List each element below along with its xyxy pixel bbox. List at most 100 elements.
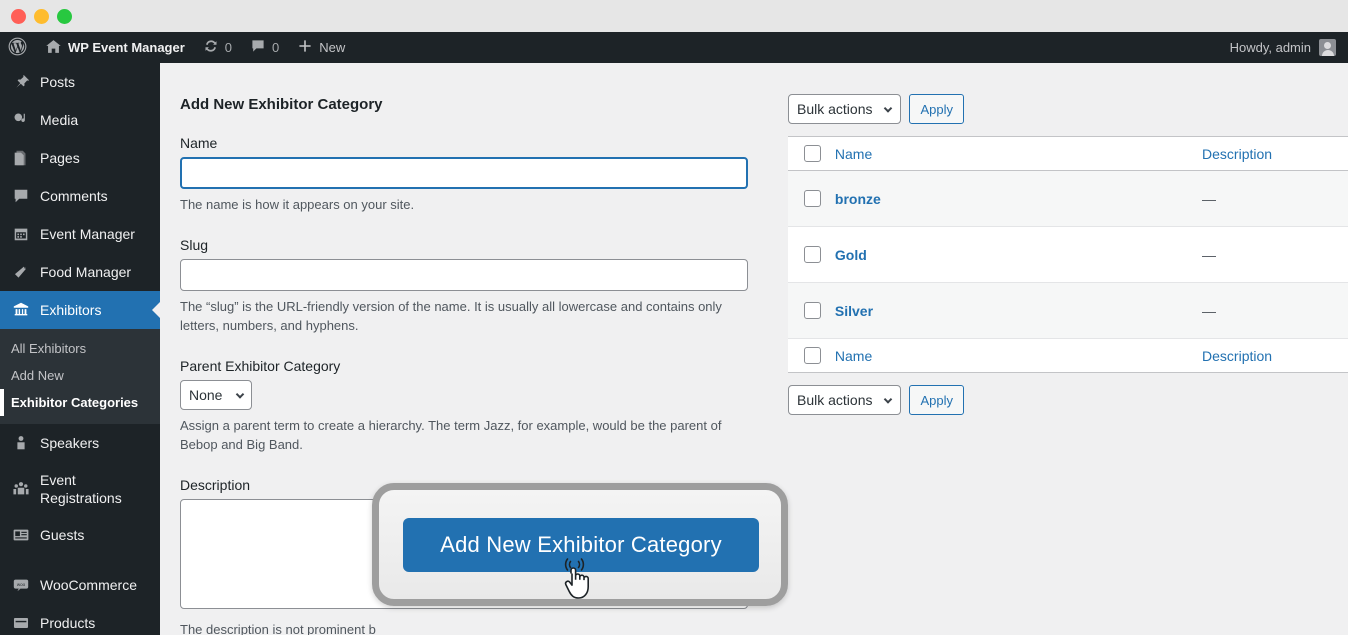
table-row: bronze — [788,170,1348,227]
row-name-cell: Silver [835,283,1202,339]
sidebar-item-all-exhibitors[interactable]: All Exhibitors [0,335,160,362]
sidebar-item-media[interactable]: Media [0,101,160,139]
exhibitors-submenu: All Exhibitors Add New Exhibitor Categor… [0,329,160,424]
sidebar-item-label: Event Registrations [40,472,122,507]
plus-icon [297,38,313,57]
avatar[interactable] [1319,39,1336,56]
comments-menu[interactable]: 0 [241,32,288,63]
sidebar-item-comments[interactable]: Comments [0,177,160,215]
new-label: New [319,40,346,55]
table-footer-row: Name Description [788,338,1348,373]
sidebar-item-posts[interactable]: Posts [0,63,160,101]
row-checkbox-cell [788,283,835,339]
sidebar-item-label: Guests [40,527,85,544]
updates-menu[interactable]: 0 [194,32,241,63]
select-all-checkbox-bottom[interactable] [804,347,821,365]
table-body: bronze — Gold — Silver — [788,170,1348,339]
tablenav-bottom: Bulk actions Apply [788,385,1348,415]
click-target-callout: Add New Exhibitor Category [372,483,788,606]
sidebar-item-add-new[interactable]: Add New [0,362,160,389]
row-checkbox[interactable] [804,246,821,264]
parent-category-label: Parent Exhibitor Category [180,357,341,374]
bulk-actions-select-top[interactable]: Bulk actions [788,94,902,124]
parent-category-select[interactable]: None [180,379,252,410]
sidebar-item-speakers[interactable]: Speakers [0,424,160,462]
column-footer-name[interactable]: Name [834,338,1203,373]
site-name-label: WP Event Manager [68,40,185,55]
minimize-window-button[interactable] [34,8,49,24]
admin-sidebar: Posts Media Pages Comments Event Manager… [0,63,160,635]
row-description-cell: — [1202,302,1217,319]
window-title-bar [0,0,1348,32]
row-name-cell: Gold [835,227,1202,283]
wordpress-logo-menu[interactable] [0,32,36,63]
column-header-name[interactable]: Name [834,136,1203,171]
maximize-window-button[interactable] [57,8,72,24]
chevron-down-icon [884,395,893,404]
calendar-icon [11,224,31,244]
row-checkbox[interactable] [804,302,821,320]
row-checkbox-cell [788,171,835,227]
updates-count: 0 [224,40,233,55]
sidebar-item-food-manager[interactable]: Food Manager [0,253,160,291]
sidebar-item-woocommerce[interactable]: woo WooCommerce [0,566,160,604]
comments-icon [11,186,31,206]
close-window-button[interactable] [11,8,26,24]
apply-button-top[interactable]: Apply [909,94,965,124]
page-title: Add New Exhibitor Category [180,96,383,113]
categories-list-panel: Bulk actions Apply Name Description bron… [788,63,1348,415]
media-icon [11,110,31,130]
sidebar-item-label: Comments [40,187,108,204]
updates-icon [203,38,219,57]
sidebar-item-pages[interactable]: Pages [0,139,160,177]
pin-icon [11,72,31,92]
sidebar-item-guests[interactable]: Guests [0,516,160,554]
woo-icon: woo [11,575,31,595]
sidebar-item-label: Media [40,111,79,128]
howdy-label[interactable]: Howdy, admin [1230,40,1311,55]
bulk-actions-select-bottom[interactable]: Bulk actions [788,385,902,415]
comment-bubble-icon [250,38,266,57]
category-link[interactable]: Silver [835,303,873,319]
table-header-row: Name Description [788,136,1348,171]
bank-icon [11,300,31,320]
name-help-text: The name is how it appears on your site. [180,197,415,212]
sidebar-item-label: Food Manager [40,263,132,280]
sidebar-item-label: Posts [40,73,76,90]
chevron-down-icon [884,104,893,113]
sidebar-item-label: Products [40,615,96,632]
tablenav-top: Bulk actions Apply [788,94,1348,124]
table-foot: Name Description [788,338,1348,373]
table-row: Gold — [788,227,1348,283]
carrot-icon [11,262,31,282]
category-link[interactable]: Gold [835,247,867,263]
row-checkbox[interactable] [804,190,821,208]
row-name-cell: bronze [835,171,1202,227]
new-content-menu[interactable]: New [288,32,354,63]
select-all-footer [788,338,835,373]
sidebar-item-event-manager[interactable]: Event Manager [0,215,160,253]
wordpress-logo-icon [8,37,27,59]
sidebar-item-exhibitor-categories[interactable]: Exhibitor Categories [0,389,160,416]
category-link[interactable]: bronze [835,191,881,207]
column-header-description[interactable]: Description [1202,136,1348,171]
menu-separator [0,554,160,566]
apply-button-bottom[interactable]: Apply [909,385,965,415]
site-name-menu[interactable]: WP Event Manager [36,32,194,63]
sidebar-item-exhibitors[interactable]: Exhibitors [0,291,160,329]
name-input[interactable] [180,157,748,189]
row-description-cell: — [1202,190,1217,207]
slug-input[interactable] [180,258,748,291]
bulk-actions-value: Bulk actions [797,101,873,117]
description-help-text: The description is not prominent b [180,621,376,635]
chevron-down-icon [235,389,245,399]
select-all-checkbox-top[interactable] [804,145,821,163]
group-icon [11,479,31,499]
slug-label: Slug [180,236,209,253]
sidebar-item-event-registrations[interactable]: Event Registrations [0,462,160,516]
speaker-person-icon [11,433,31,453]
id-card-icon [11,525,31,545]
column-footer-description[interactable]: Description [1202,338,1348,373]
wp-admin-bar: WP Event Manager 0 0 New Howdy, admin [0,32,1348,63]
sidebar-item-products[interactable]: Products [0,604,160,635]
